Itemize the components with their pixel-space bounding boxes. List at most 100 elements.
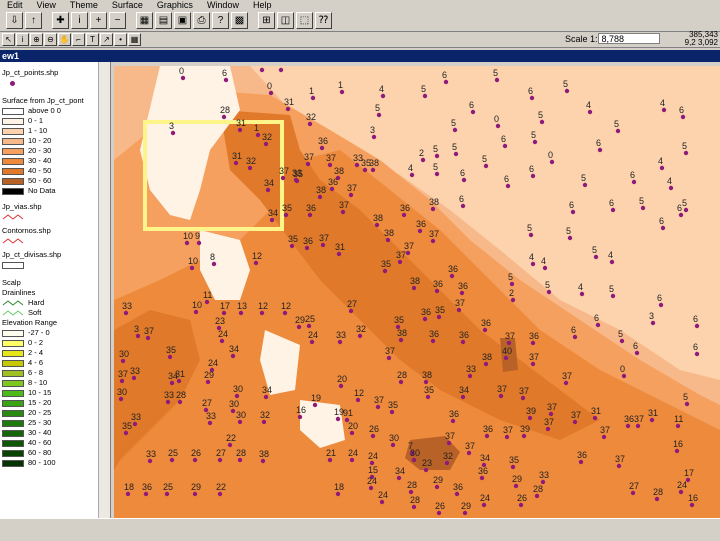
- point-marker: [135, 333, 141, 339]
- point-marker: [530, 261, 536, 267]
- hotlink-tool[interactable]: ↗: [100, 33, 113, 46]
- scale-input[interactable]: 8,788: [597, 33, 660, 44]
- point-label: 36: [483, 424, 493, 434]
- layer-divisas[interactable]: Jp_ct_divisas.shp: [0, 250, 110, 260]
- menu-edit[interactable]: Edit: [0, 0, 30, 10]
- point-marker: [354, 162, 360, 168]
- point-marker: [481, 502, 487, 508]
- dot-tool[interactable]: •: [114, 33, 127, 46]
- grid-tool[interactable]: ▦: [128, 33, 141, 46]
- legend-class: -27 - 0: [0, 328, 110, 338]
- legend-class: 40 - 50: [0, 166, 110, 176]
- point-label: 33: [146, 449, 156, 459]
- point-label: 25: [163, 482, 173, 492]
- point-label: 27: [629, 481, 639, 491]
- drainage-class: Soft: [0, 308, 110, 318]
- i-tool[interactable]: i: [16, 33, 29, 46]
- menu-theme[interactable]: Theme: [63, 0, 105, 10]
- point-label: 38: [334, 166, 344, 176]
- point-marker: [422, 316, 428, 322]
- point-label: 26: [191, 448, 201, 458]
- point-marker: [227, 442, 233, 448]
- point-marker: [658, 302, 664, 308]
- menu-help[interactable]: Help: [246, 0, 279, 10]
- zoom-in-button[interactable]: +: [90, 12, 107, 29]
- point-label: 37: [634, 414, 644, 424]
- point-label: 29: [191, 482, 201, 492]
- elevation-title[interactable]: Elevation Range: [0, 318, 110, 328]
- zoom-out-button[interactable]: −: [109, 12, 126, 29]
- hand-tool[interactable]: ✋: [58, 33, 71, 46]
- text-tool[interactable]: T: [86, 33, 99, 46]
- point-marker: [593, 254, 599, 260]
- identify-button[interactable]: i: [71, 12, 88, 29]
- point-label: 6: [679, 105, 684, 115]
- query-button[interactable]: ?: [212, 12, 229, 29]
- map-button[interactable]: ▩: [231, 12, 248, 29]
- magnify-tool[interactable]: ⊕: [30, 33, 43, 46]
- menu-surface[interactable]: Surface: [105, 0, 150, 10]
- point-label: 26: [517, 493, 527, 503]
- map-view[interactable]: 2810614655015628315654033113232554633132…: [114, 66, 720, 518]
- point-marker: [379, 499, 385, 505]
- pointer-tool[interactable]: ↖: [2, 33, 15, 46]
- point-marker: [434, 484, 440, 490]
- point-marker: [192, 457, 198, 463]
- measure-tool[interactable]: ⌐: [72, 33, 85, 46]
- point-label: 37: [429, 229, 439, 239]
- table-button[interactable]: ▤: [155, 12, 172, 29]
- drainage-title[interactable]: Drainlines: [0, 288, 110, 298]
- point-label: 6: [469, 100, 474, 110]
- layout-button[interactable]: ▣: [174, 12, 191, 29]
- point-label: 28: [653, 487, 663, 497]
- help-button[interactable]: ⁇: [315, 12, 332, 29]
- legend-label: Hard: [28, 298, 45, 307]
- point-marker: [165, 399, 171, 405]
- layer-points[interactable]: Jp_ct_points.shp: [0, 68, 110, 78]
- cursor-button[interactable]: ✚: [52, 12, 69, 29]
- point-label: 2: [509, 288, 514, 298]
- point-marker: [263, 141, 269, 147]
- surface-layer-title[interactable]: Surface from Jp_ct_pont: [0, 96, 110, 106]
- menu-window[interactable]: Window: [200, 0, 246, 10]
- point-label: 4: [658, 156, 663, 166]
- point-label: 26: [369, 424, 379, 434]
- point-marker: [650, 320, 656, 326]
- legend-label: 0 - 2: [28, 338, 44, 347]
- toc-scrollbar[interactable]: [98, 62, 110, 518]
- point-marker: [176, 378, 182, 384]
- point-label: 31: [284, 97, 294, 107]
- point-marker: [120, 358, 126, 364]
- point-marker: [460, 203, 466, 209]
- main-toolbar: ⇩ ↑ ✚ i + − ▦ ▤ ▣ ⎙? ▩ ⊞ ◫ ⬚ ⁇: [0, 10, 720, 32]
- layer-scalp[interactable]: Scalp: [0, 278, 110, 288]
- point-marker: [336, 251, 342, 257]
- point-label: 26: [435, 501, 445, 511]
- chart-button[interactable]: ▦: [136, 12, 153, 29]
- point-label: 24: [367, 476, 377, 486]
- select-extent-button[interactable]: ⬚: [296, 12, 313, 29]
- menu-view[interactable]: View: [30, 0, 63, 10]
- full-extent-button[interactable]: ⊞: [258, 12, 275, 29]
- zoom-previous-button[interactable]: ◫: [277, 12, 294, 29]
- point-marker: [255, 132, 261, 138]
- point-label: 6: [459, 194, 464, 204]
- point-label: 36: [303, 236, 313, 246]
- point-marker: [470, 109, 476, 115]
- save-button[interactable]: ⇩: [6, 12, 23, 29]
- point-marker: [631, 179, 637, 185]
- point-label: 6: [460, 168, 465, 178]
- arrow-button[interactable]: ↑: [25, 12, 42, 29]
- point-marker: [689, 502, 695, 508]
- menu-graphics[interactable]: Graphics: [150, 0, 200, 10]
- legend-class: 30 - 40: [0, 156, 110, 166]
- point-label: 37: [562, 371, 572, 381]
- print-button[interactable]: ⎙: [193, 12, 210, 29]
- view-window-titlebar[interactable]: ew1: [0, 50, 720, 62]
- point-marker: [167, 354, 173, 360]
- layer-contours[interactable]: Contornos.shp: [0, 226, 110, 236]
- magnify-minus-tool[interactable]: ⊖: [44, 33, 57, 46]
- layer-vias[interactable]: Jp_vias.shp: [0, 202, 110, 212]
- point-label: 6: [571, 325, 576, 335]
- point-marker: [434, 171, 440, 177]
